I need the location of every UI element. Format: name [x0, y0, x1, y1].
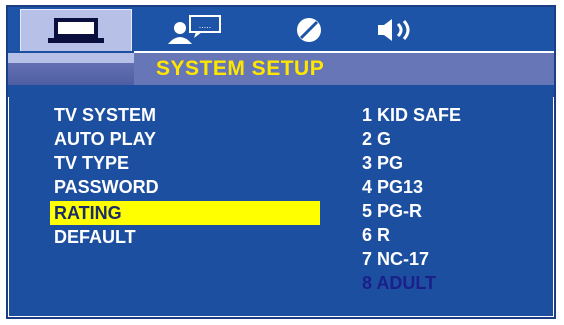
menu-item-rating[interactable]: RATING [50, 201, 320, 225]
active-tab-extension [8, 53, 134, 63]
menu-item-password[interactable]: PASSWORD [54, 175, 159, 199]
menu-item-auto-play[interactable]: AUTO PLAY [54, 127, 156, 151]
rating-option-nc-17[interactable]: 7 NC-17 [362, 247, 429, 271]
menu-item-tv-type[interactable]: TV TYPE [54, 151, 129, 175]
rating-option-kid-safe[interactable]: 1 KID SAFE [362, 103, 461, 127]
rating-option-pg[interactable]: 3 PG [362, 151, 403, 175]
tab-video[interactable] [20, 9, 132, 51]
rating-option-adult[interactable]: 8 ADULT [362, 271, 436, 295]
setup-window: ..... SYSTEM SETUP TV SYSTEM AUTO PLAY T… [6, 5, 556, 319]
tab-disc[interactable] [264, 9, 354, 51]
tab-audio[interactable] [358, 9, 438, 51]
monitor-icon [48, 17, 104, 43]
disc-icon [297, 18, 321, 42]
page-title: SYSTEM SETUP [156, 57, 325, 80]
rating-option-pg-r[interactable]: 5 PG-R [362, 199, 422, 223]
rating-option-pg13[interactable]: 4 PG13 [362, 175, 423, 199]
rating-option-r[interactable]: 6 R [362, 223, 390, 247]
svg-text:.....: ..... [199, 20, 212, 30]
speaker-icon [378, 19, 410, 41]
person-speech-icon: ..... [168, 15, 221, 44]
menu-item-tv-system[interactable]: TV SYSTEM [54, 103, 156, 127]
tab-language[interactable]: ..... [140, 9, 252, 51]
tab-bar: ..... [8, 7, 554, 51]
rating-option-g[interactable]: 2 G [362, 127, 391, 151]
menu-item-default[interactable]: DEFAULT [54, 225, 136, 249]
settings-panel: TV SYSTEM AUTO PLAY TV TYPE PASSWORD RAT… [8, 89, 554, 317]
